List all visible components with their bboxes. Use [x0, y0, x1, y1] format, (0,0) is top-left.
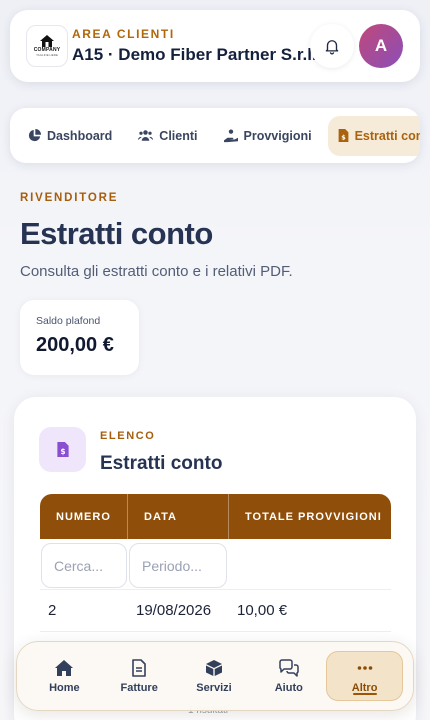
- notifications-button[interactable]: [310, 24, 354, 68]
- nav-label: Fatture: [120, 681, 158, 694]
- cell-data: 19/08/2026: [136, 602, 212, 619]
- cell-totale: 10,00 €: [237, 602, 288, 619]
- nav-aiuto[interactable]: Aiuto: [251, 651, 326, 701]
- balance-label: Saldo plafond: [36, 315, 101, 327]
- tab-dashboard[interactable]: Dashboard: [18, 116, 122, 156]
- cell-numero: 2: [48, 602, 57, 619]
- table-header: NUMERO DATA TOTALE PROVVIGIONI: [40, 494, 391, 539]
- column-header-totale[interactable]: TOTALE PROVVIGIONI: [229, 494, 391, 539]
- svg-text:$: $: [60, 447, 65, 456]
- file-invoice-icon: $: [338, 129, 348, 142]
- numero-filter-input[interactable]: Cerca...: [41, 543, 127, 588]
- company-logo[interactable]: COMPANY TAGLINE HERE: [26, 25, 68, 67]
- balance-value: 200,00 €: [36, 334, 114, 356]
- page-subtitle: Consulta gli estratti conto e i relativi…: [20, 263, 293, 280]
- table-row[interactable]: 2 19/08/2026 10,00 €: [40, 589, 391, 631]
- more-dots-icon: [357, 665, 372, 670]
- document-icon: [132, 658, 146, 677]
- nav-home[interactable]: Home: [27, 651, 102, 701]
- bottom-navigation: Home Fatture Servizi Aiuto Altro: [16, 641, 414, 711]
- file-invoice-icon: $: [56, 442, 69, 457]
- box-icon: [205, 659, 222, 676]
- header-text: AREA CLIENTI A15 · Demo Fiber Partner S.…: [72, 27, 317, 65]
- pie-chart-icon: [28, 129, 41, 142]
- hand-coins-icon: [223, 128, 238, 142]
- section-tabs: Dashboard Clienti Provvigioni $ Estratti…: [10, 108, 420, 163]
- user-avatar[interactable]: A: [359, 24, 403, 68]
- tab-label: Provvigioni: [243, 128, 312, 143]
- page-title: Estratti conto: [20, 216, 213, 251]
- header-title: A15 · Demo Fiber Partner S.r.l.: [72, 45, 317, 64]
- nav-label: Altro: [351, 681, 378, 694]
- nav-altro[interactable]: Altro: [326, 651, 403, 701]
- tab-estratti-conto[interactable]: $ Estratti conto: [327, 115, 420, 156]
- page-kicker: RIVENDITORE: [20, 192, 119, 204]
- card-icon-badge: $: [39, 427, 86, 472]
- card-kicker: ELENCO: [100, 430, 156, 442]
- home-icon: [55, 659, 74, 676]
- nav-servizi[interactable]: Servizi: [177, 651, 252, 701]
- column-header-numero[interactable]: NUMERO: [40, 494, 128, 539]
- bell-icon: [325, 40, 339, 55]
- header-kicker: AREA CLIENTI: [72, 27, 175, 41]
- nav-label: Home: [49, 681, 80, 694]
- app-header: COMPANY TAGLINE HERE AREA CLIENTI A15 · …: [10, 10, 420, 82]
- card-title: Estratti conto: [100, 453, 223, 474]
- nav-fatture[interactable]: Fatture: [102, 651, 177, 701]
- tab-label: Dashboard: [47, 128, 113, 143]
- tab-label: Estratti conto: [354, 128, 420, 143]
- chat-bubbles-icon: [279, 658, 299, 677]
- house-logo-icon: [40, 35, 54, 47]
- nav-label: Servizi: [196, 681, 232, 694]
- tab-clienti[interactable]: Clienti: [128, 116, 207, 156]
- users-icon: [138, 130, 154, 141]
- data-filter-input[interactable]: Periodo...: [129, 543, 227, 588]
- tab-label: Clienti: [159, 128, 198, 143]
- svg-text:$: $: [341, 134, 346, 142]
- logo-subtext: TAGLINE HERE: [36, 53, 58, 57]
- column-header-data[interactable]: DATA: [128, 494, 229, 539]
- table-filter-row: Cerca... Periodo...: [40, 541, 391, 589]
- balance-card: Saldo plafond 200,00 €: [20, 300, 139, 375]
- nav-label: Aiuto: [274, 681, 303, 694]
- tab-provvigioni[interactable]: Provvigioni: [214, 116, 322, 156]
